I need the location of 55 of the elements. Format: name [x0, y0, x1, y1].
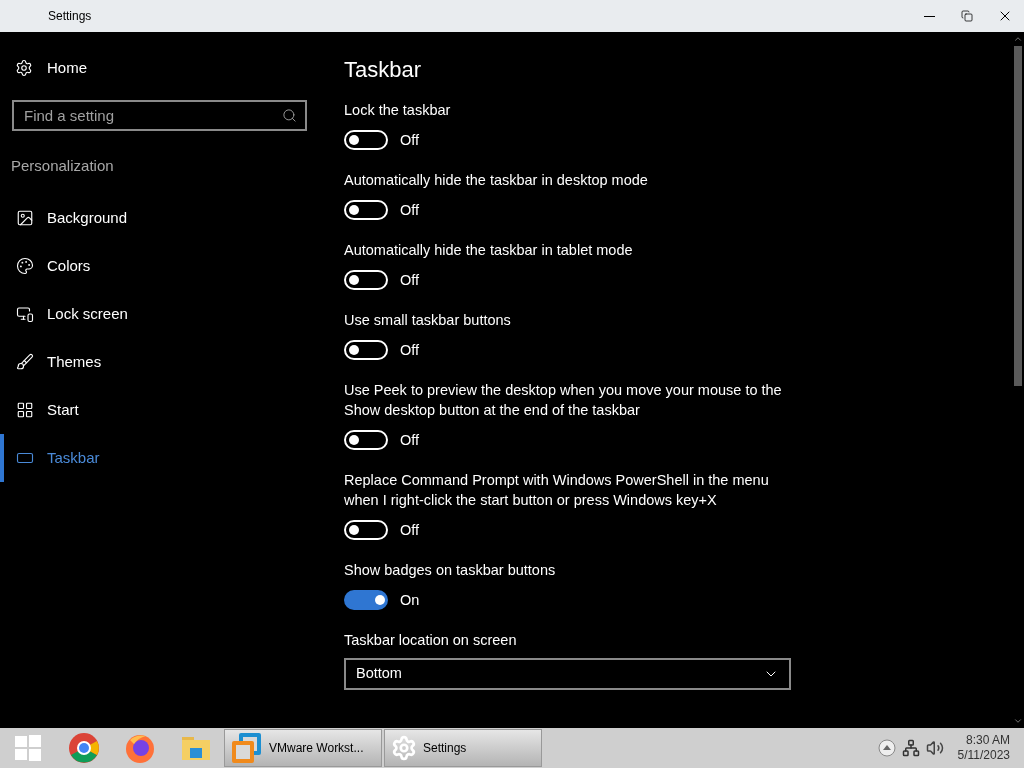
picture-frame-icon: [16, 209, 34, 227]
toggle-switch[interactable]: [344, 270, 388, 290]
setting-label: Lock the taskbar: [344, 101, 452, 120]
fox-globe-icon[interactable]: [124, 732, 156, 764]
toggle-state: Off: [400, 131, 420, 150]
toggle-state: Off: [400, 201, 420, 220]
toggle-switch[interactable]: [344, 590, 388, 610]
setting-label: Automatically hide the taskbar in desktop mode: [344, 171, 649, 190]
setting-label: Show badges on taskbar buttons: [344, 561, 557, 580]
toggle-switch[interactable]: [344, 130, 388, 150]
setting-label: Automatically hide the taskbar in tablet mode: [344, 241, 634, 260]
network-icon[interactable]: [901, 739, 920, 757]
location-dropdown[interactable]: Bottom: [344, 658, 791, 690]
palette-icon: [16, 257, 34, 275]
scroll-down-icon[interactable]: [1013, 716, 1023, 726]
taskbar-window-button[interactable]: Settings: [384, 729, 542, 767]
brush-icon: [16, 353, 34, 371]
clock[interactable]: 8:30 AM 5/11/2023: [957, 733, 1010, 763]
nav-item[interactable]: Colors: [0, 242, 320, 290]
nav-item[interactable]: Themes: [0, 338, 320, 386]
toggle-state: Off: [400, 431, 420, 450]
speaker-icon[interactable]: [925, 739, 944, 757]
nav-item[interactable]: Lock screen: [0, 290, 320, 338]
page-title: Taskbar: [344, 56, 423, 84]
minimize-icon: [923, 15, 935, 17]
toggle-state: Off: [400, 341, 420, 360]
search-field[interactable]: Find a setting: [12, 100, 307, 131]
toggle-switch[interactable]: [344, 200, 388, 220]
section-heading: Personalization: [11, 156, 115, 176]
toggle-switch[interactable]: [344, 520, 388, 540]
home-item[interactable]: Home: [0, 58, 320, 78]
gear-icon: [391, 735, 417, 761]
setting-label: Use Peek to preview the desktop when you move your mouse to the Show desktop button at the end of the taskbar: [344, 381, 783, 420]
browser-icon[interactable]: [68, 732, 100, 764]
screen-lock-icon: [16, 305, 34, 323]
toggle-switch[interactable]: [344, 340, 388, 360]
overlapping-squares-icon: [231, 732, 263, 764]
scroll-up-icon[interactable]: [1013, 34, 1023, 44]
search-icon: [282, 108, 297, 123]
chevron-up-circle-icon[interactable]: [877, 739, 896, 757]
tiles-icon: [16, 401, 34, 419]
toggle-switch[interactable]: [344, 430, 388, 450]
restore-icon: [961, 10, 973, 22]
toggle-state: On: [400, 591, 420, 610]
taskbar-window-button[interactable]: VMware Workst...: [224, 729, 382, 767]
setting-label: Replace Command Prompt with Windows PowerShell in the menu when I right-click the start button or press Windows key+X: [344, 471, 770, 510]
setting-label: Taskbar location on screen: [344, 631, 518, 650]
setting-label: Use small taskbar buttons: [344, 311, 512, 330]
settings-icon: [15, 59, 33, 77]
toggle-state: Off: [400, 271, 420, 290]
window-title: Settings: [48, 8, 92, 25]
nav-item[interactable]: Start: [0, 386, 320, 434]
nav-item[interactable]: Background: [0, 194, 320, 242]
toggle-state: Off: [400, 521, 420, 540]
nav-item[interactable]: Taskbar: [0, 434, 320, 482]
